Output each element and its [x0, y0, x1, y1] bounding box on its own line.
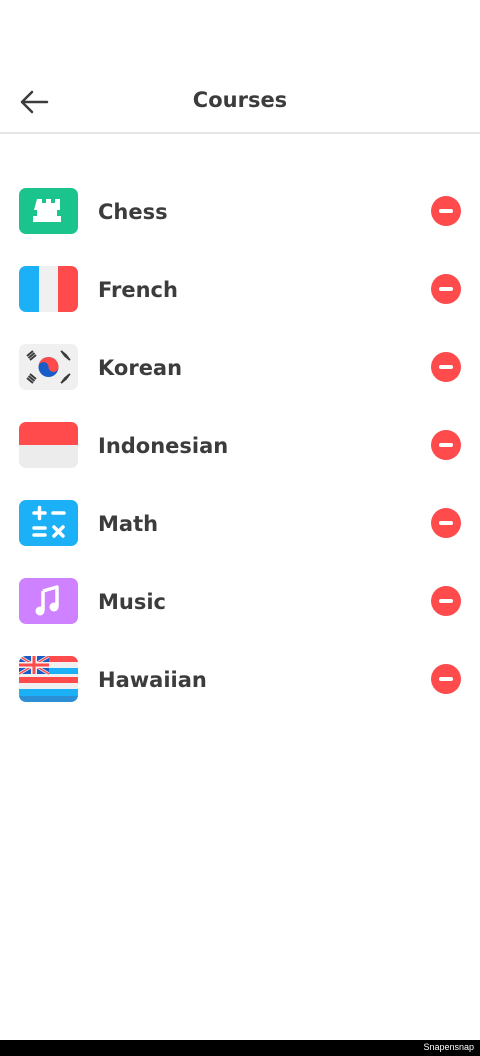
- remove-course-button[interactable]: [431, 196, 461, 226]
- remove-course-button[interactable]: [431, 274, 461, 304]
- minus-icon: [439, 677, 453, 681]
- course-label: Korean: [98, 356, 183, 380]
- indonesia-flag-icon: [19, 422, 78, 468]
- course-label: Hawaiian: [98, 668, 207, 692]
- minus-icon: [439, 599, 453, 603]
- course-row-hawaiian[interactable]: Hawaiian: [0, 640, 480, 718]
- math-operators-icon: [19, 500, 78, 546]
- bottom-bar: Snapensnap: [0, 1040, 480, 1056]
- course-row-french[interactable]: French: [0, 250, 480, 328]
- course-label: Math: [98, 512, 159, 536]
- course-label: French: [98, 278, 178, 302]
- korea-flag-icon: [19, 344, 78, 390]
- course-row-korean[interactable]: Korean: [0, 328, 480, 406]
- minus-icon: [439, 209, 453, 213]
- chess-rook-icon: [19, 188, 78, 234]
- remove-course-button[interactable]: [431, 586, 461, 616]
- minus-icon: [439, 443, 453, 447]
- course-label: Music: [98, 590, 166, 614]
- minus-icon: [439, 521, 453, 525]
- remove-course-button[interactable]: [431, 508, 461, 538]
- course-list: Chess French Korean Indonesian Math Musi…: [0, 172, 480, 718]
- course-label: Chess: [98, 200, 168, 224]
- page-title: Courses: [192, 88, 288, 112]
- remove-course-button[interactable]: [431, 352, 461, 382]
- remove-course-button[interactable]: [431, 430, 461, 460]
- music-note-icon: [19, 578, 78, 624]
- watermark: Snapensnap: [423, 1042, 474, 1052]
- course-row-math[interactable]: Math: [0, 484, 480, 562]
- course-row-music[interactable]: Music: [0, 562, 480, 640]
- header-bar: Courses: [0, 70, 480, 134]
- minus-icon: [439, 287, 453, 291]
- course-row-indonesian[interactable]: Indonesian: [0, 406, 480, 484]
- course-row-chess[interactable]: Chess: [0, 172, 480, 250]
- france-flag-icon: [19, 266, 78, 312]
- minus-icon: [439, 365, 453, 369]
- course-label: Indonesian: [98, 434, 229, 458]
- remove-course-button[interactable]: [431, 664, 461, 694]
- hawaii-flag-icon: [19, 656, 78, 702]
